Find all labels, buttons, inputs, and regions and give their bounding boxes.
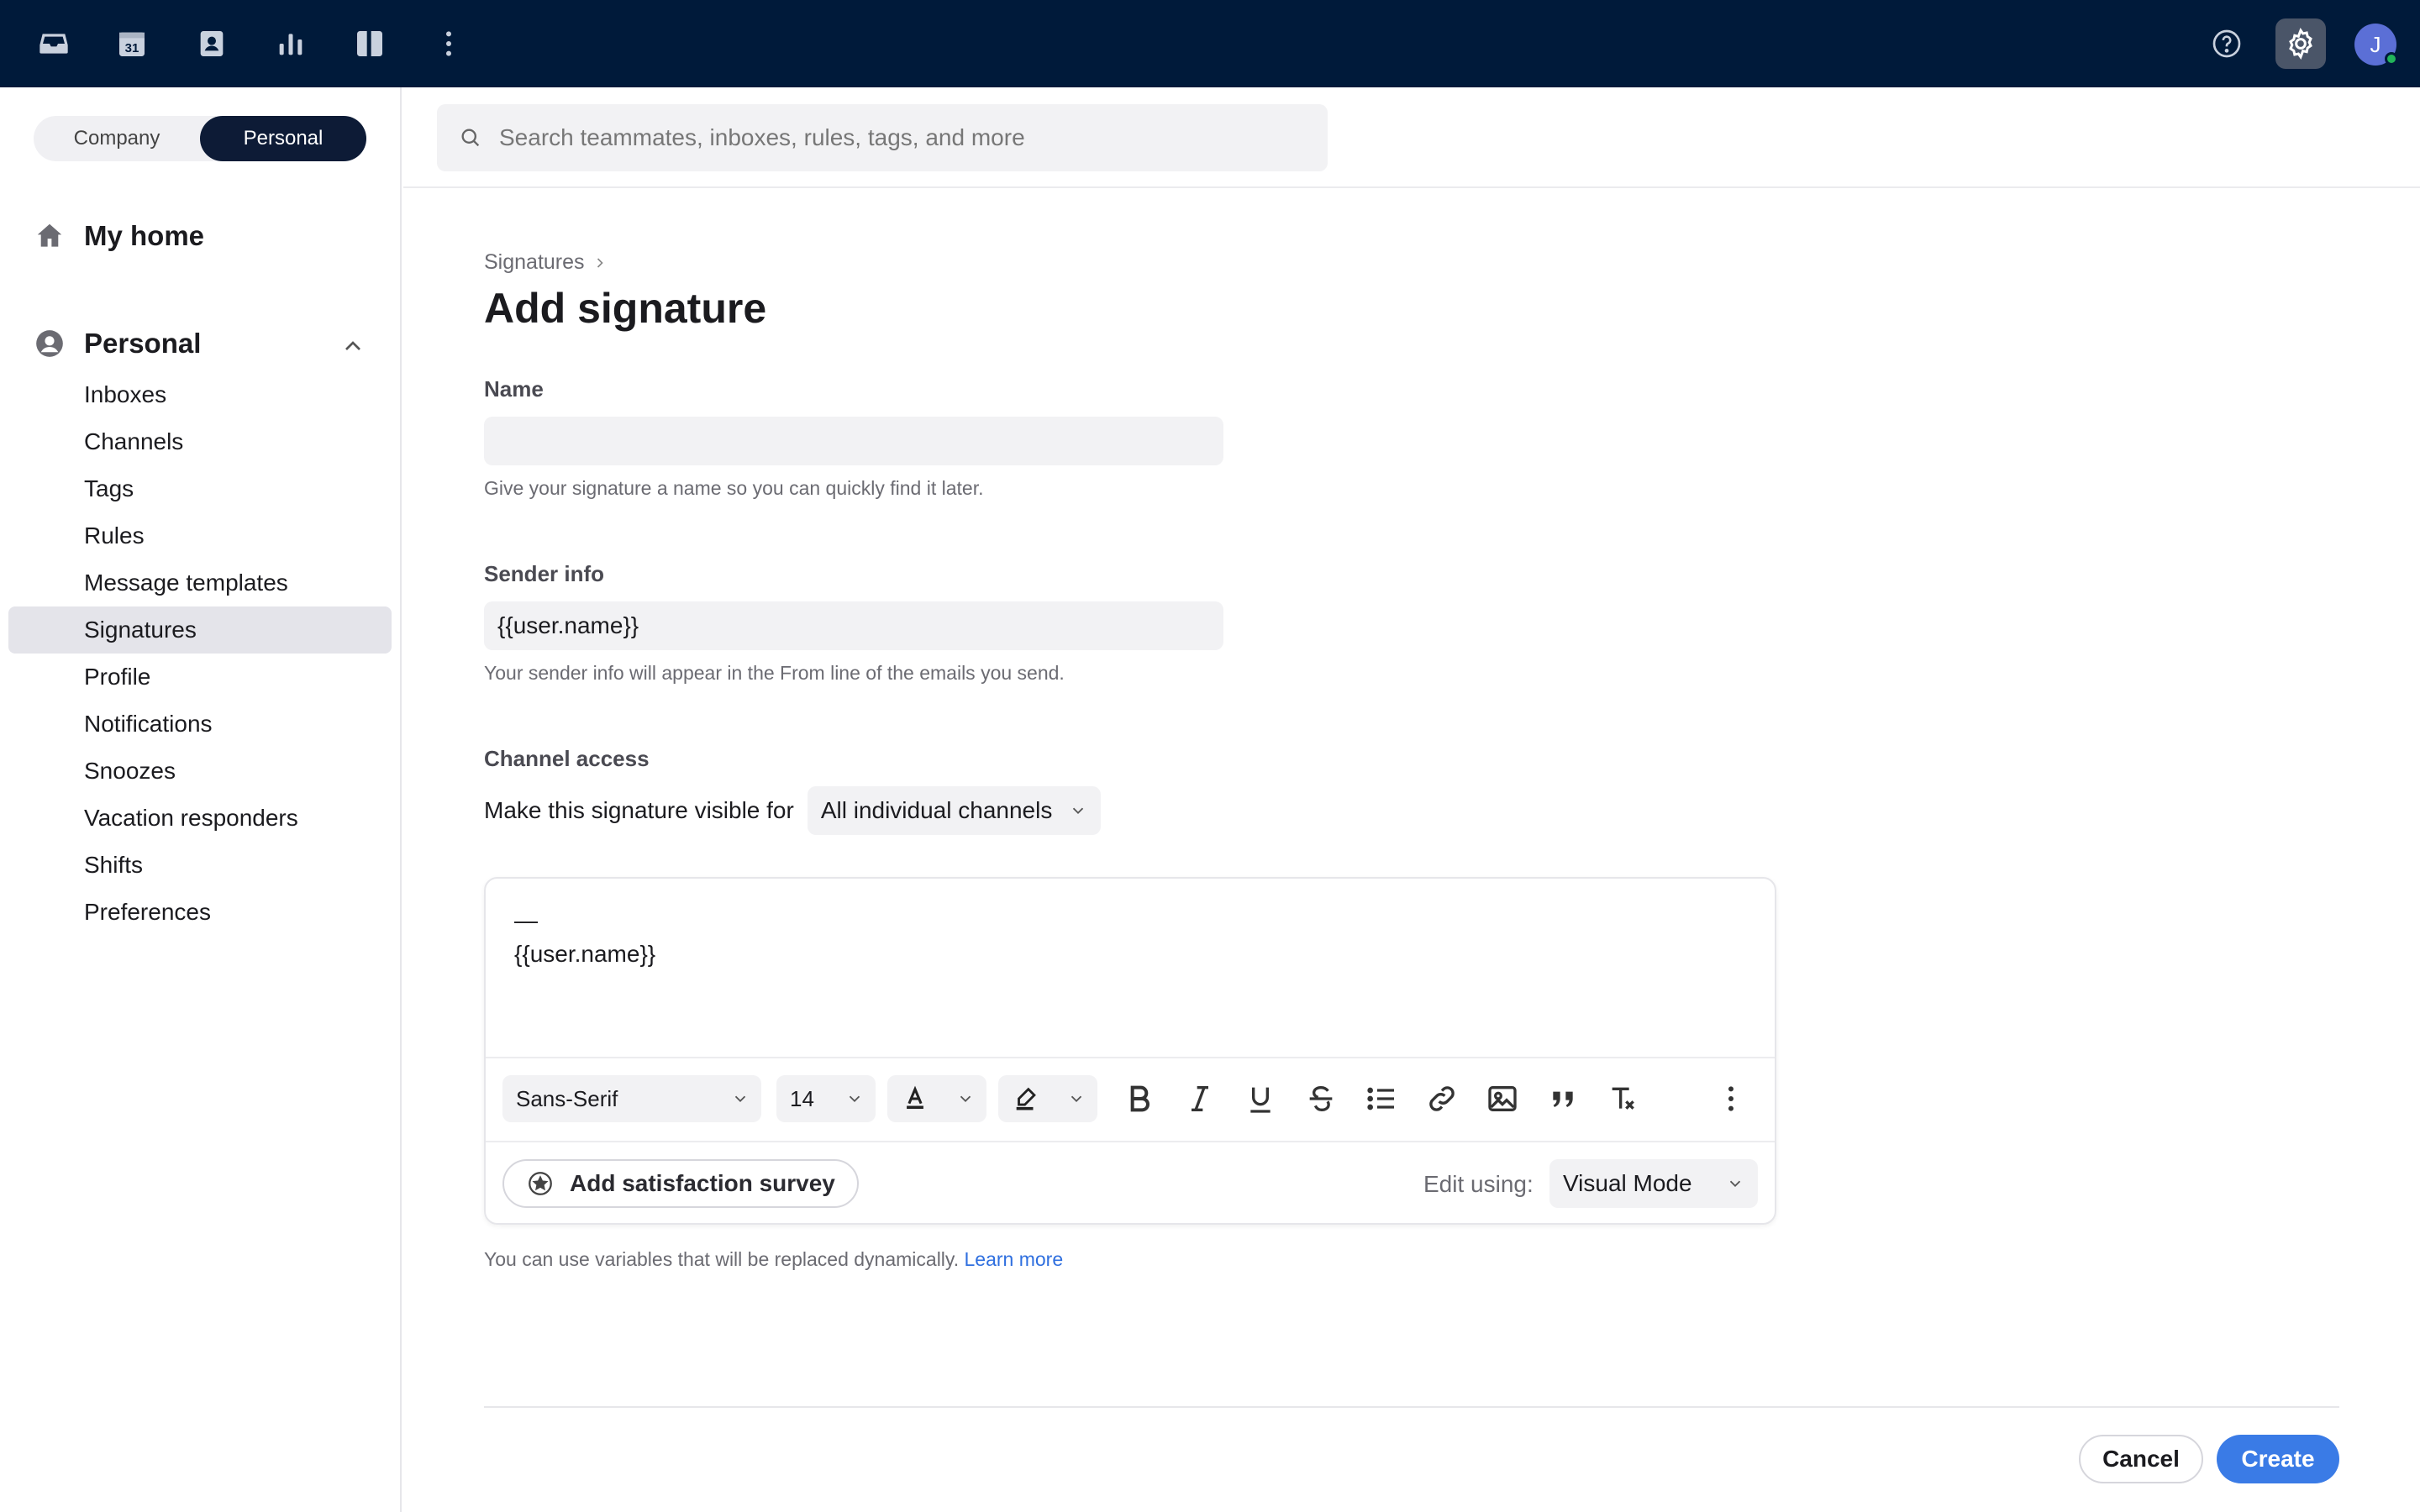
sidebar-item-inboxes[interactable]: Inboxes (84, 371, 166, 418)
breadcrumb-signatures[interactable]: Signatures (484, 250, 585, 275)
variables-note-text: You can use variables that will be repla… (484, 1248, 960, 1270)
home-icon (37, 223, 62, 247)
italic-icon[interactable] (1181, 1080, 1218, 1117)
sender-info-field[interactable] (484, 601, 1223, 650)
image-icon[interactable] (1484, 1080, 1521, 1117)
breadcrumb[interactable]: Signatures (484, 250, 608, 275)
top-bar: 31 J (0, 0, 2420, 87)
learn-more-link[interactable]: Learn more (965, 1248, 1064, 1270)
online-status-dot (2385, 52, 2398, 66)
more-icon[interactable] (424, 18, 474, 69)
font-size-value: 14 (790, 1085, 814, 1111)
name-field[interactable] (484, 417, 1223, 465)
sidebar-item-message-templates[interactable]: Message templates (84, 559, 288, 606)
chevron-down-icon (960, 1095, 971, 1103)
font-family-value: Sans-Serif (516, 1085, 618, 1111)
visibility-row: Make this signature visible for All indi… (484, 786, 1102, 835)
chevron-right-icon (597, 257, 603, 268)
name-label: Name (484, 376, 544, 402)
quote-icon[interactable] (1544, 1080, 1581, 1117)
sidebar-item-preferences[interactable]: Preferences (84, 889, 211, 936)
text-color-icon (907, 1085, 923, 1110)
contacts-icon[interactable] (187, 18, 237, 69)
variables-note: You can use variables that will be repla… (484, 1248, 1063, 1271)
my-home-label: My home (84, 220, 205, 251)
sidebar-item-rules[interactable]: Rules (84, 512, 145, 559)
toggle-personal[interactable]: Personal (200, 116, 366, 161)
cancel-button[interactable]: Cancel (2079, 1435, 2203, 1483)
personal-section-label: Personal (84, 328, 202, 359)
visibility-text: Make this signature visible for (484, 797, 794, 823)
sidebar-item-shifts[interactable]: Shifts (84, 842, 143, 889)
chevron-down-icon (1729, 1180, 1741, 1188)
split-view-icon[interactable] (345, 18, 395, 69)
footer-divider (484, 1406, 2339, 1408)
star-circle-icon (529, 1172, 552, 1195)
user-circle-icon (36, 330, 63, 357)
active-item-highlight (8, 606, 392, 654)
signature-editor-body[interactable]: — {{user.name}} (514, 904, 655, 971)
channel-access-label: Channel access (484, 746, 650, 771)
create-button[interactable]: Create (2217, 1435, 2339, 1483)
analytics-icon[interactable] (266, 18, 316, 69)
settings-icon[interactable] (2275, 18, 2326, 69)
channel-visibility-select[interactable]: All individual channels (807, 786, 1102, 835)
survey-label: Add satisfaction survey (570, 1170, 835, 1196)
help-icon[interactable] (2202, 18, 2252, 69)
add-satisfaction-survey-button[interactable]: Add satisfaction survey (502, 1159, 859, 1208)
calendar-icon[interactable]: 31 (107, 18, 157, 69)
list-icon[interactable] (1363, 1080, 1400, 1117)
calendar-day: 31 (125, 41, 139, 55)
scope-toggle: Company Personal (34, 116, 366, 161)
sidebar: Company Personal My home Personal Inboxe… (0, 87, 402, 1512)
underline-icon[interactable] (1242, 1080, 1279, 1117)
signature-name-line: {{user.name}} (514, 941, 656, 967)
font-family-select[interactable]: Sans-Serif (502, 1075, 761, 1122)
chevron-down-icon (1073, 807, 1084, 815)
sender-info-help-text: Your sender info will appear in the From… (484, 662, 1065, 684)
more-icon[interactable] (1712, 1080, 1749, 1117)
name-help-text: Give your signature a name so you can qu… (484, 477, 984, 499)
inbox-icon[interactable] (29, 18, 79, 69)
edit-mode-value: Visual Mode (1563, 1170, 1692, 1196)
signature-editor: — {{user.name}} Sans-Serif 14 Add satisf… (484, 877, 1776, 1225)
highlight-icon (1016, 1087, 1036, 1110)
page-title: Add signature (484, 285, 767, 332)
font-size-select[interactable]: 14 (776, 1075, 876, 1122)
highlight-color-select[interactable] (998, 1075, 1097, 1122)
edit-mode-select[interactable]: Visual Mode (1549, 1159, 1758, 1208)
formatting-toolbar: Sans-Serif 14 (486, 1057, 1775, 1142)
sender-info-label: Sender info (484, 561, 605, 586)
clear-format-icon[interactable] (1605, 1080, 1642, 1117)
search-bar[interactable] (437, 104, 1328, 171)
sidebar-item-snoozes[interactable]: Snoozes (84, 748, 176, 795)
sidebar-item-channels[interactable]: Channels (84, 418, 183, 465)
sidebar-item-my-home[interactable]: My home (34, 220, 204, 252)
sidebar-item-vacation-responders[interactable]: Vacation responders (84, 795, 298, 842)
toggle-company[interactable]: Company (34, 116, 200, 161)
signature-dash-line: — (514, 907, 538, 933)
strikethrough-icon[interactable] (1302, 1080, 1339, 1117)
sidebar-item-signatures[interactable]: Signatures (84, 606, 197, 654)
chevron-down-icon (734, 1095, 746, 1103)
link-icon[interactable] (1423, 1080, 1460, 1117)
sidebar-item-notifications[interactable]: Notifications (84, 701, 213, 748)
search-icon (461, 129, 480, 147)
text-color-select[interactable] (887, 1075, 986, 1122)
search-input[interactable] (499, 124, 1306, 151)
chevron-down-icon (1071, 1095, 1082, 1103)
bold-icon[interactable] (1121, 1080, 1158, 1117)
sidebar-section-personal[interactable]: Personal (34, 328, 201, 360)
chevron-down-icon (849, 1095, 860, 1103)
edit-using-label: Edit using: (1423, 1171, 1534, 1197)
header-divider (403, 186, 2420, 188)
channel-visibility-value: All individual channels (820, 797, 1053, 823)
sidebar-item-profile[interactable]: Profile (84, 654, 150, 701)
chevron-up-icon[interactable] (339, 333, 366, 360)
sidebar-item-tags[interactable]: Tags (84, 465, 134, 512)
